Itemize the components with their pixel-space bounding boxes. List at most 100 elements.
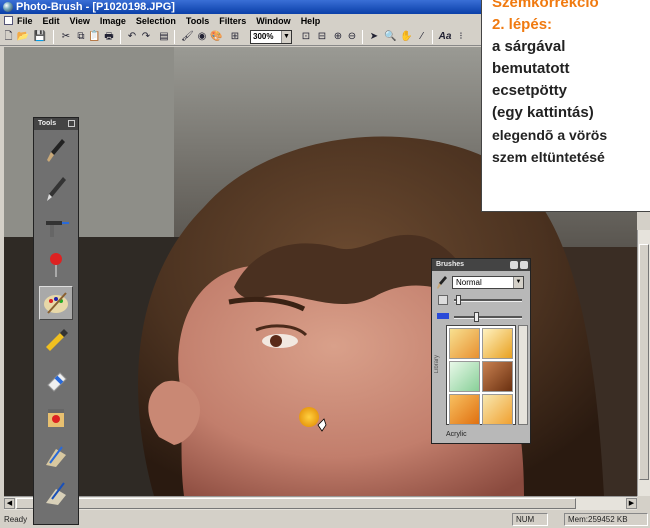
brush-preset-swatch[interactable] <box>482 328 513 359</box>
scroll-left-icon[interactable]: ◀ <box>4 498 15 509</box>
actual-size-icon[interactable]: ⊡ <box>300 30 312 43</box>
brushes-panel-title: Brushes <box>432 259 530 271</box>
tools-panel-title: Tools <box>34 118 78 130</box>
palette-tool-icon[interactable] <box>39 286 73 320</box>
copy-icon[interactable]: ⧉ <box>75 30 87 43</box>
scroll-right-icon[interactable]: ▶ <box>626 498 637 509</box>
horizontal-scrollbar[interactable]: ◀ ▶ <box>4 496 637 510</box>
toolbar-separator <box>432 30 433 44</box>
tools-panel: Tools <box>33 117 79 525</box>
app-icon <box>3 2 13 12</box>
paintbrush-icon[interactable]: 🖌 <box>181 30 194 43</box>
brush-preset-swatch[interactable] <box>482 361 513 392</box>
brush-preset-grid <box>446 325 516 425</box>
brush-preset-swatch[interactable] <box>449 361 480 392</box>
menu-tools[interactable]: Tools <box>186 14 209 28</box>
chevron-down-icon: ▼ <box>281 31 291 43</box>
brush-preset-swatch[interactable] <box>482 394 513 425</box>
chevron-down-icon: ▼ <box>513 277 523 288</box>
zoom-value: 300% <box>253 32 274 41</box>
save-icon[interactable]: 💾 <box>33 30 47 43</box>
eraser-tool-icon[interactable] <box>39 362 73 396</box>
print-icon[interactable]: 🖶 <box>103 30 115 43</box>
paint-jar-tool-icon[interactable] <box>39 400 73 434</box>
pen-tool-icon[interactable] <box>39 172 73 206</box>
hand-icon[interactable]: ✋ <box>400 30 412 43</box>
brush-preset-swatch[interactable] <box>449 394 480 425</box>
tutorial-callout: Szemkorrekció 2. lépés: a sárgával bemut… <box>481 0 650 212</box>
fit-window-icon[interactable]: ⊟ <box>316 30 328 43</box>
paste-icon[interactable]: 📋 <box>88 30 100 43</box>
toolbar-separator <box>362 30 363 44</box>
toolbar-separator <box>174 30 175 44</box>
status-text: Ready <box>4 515 28 524</box>
horizontal-scroll-thumb[interactable] <box>16 498 576 509</box>
blend-mode-value: Normal <box>456 278 482 287</box>
vertical-scroll-thumb[interactable] <box>639 244 649 480</box>
pointer-icon[interactable]: ➤ <box>368 30 380 43</box>
new-file-icon[interactable]: 🗋 <box>3 30 14 43</box>
callout-line: a sárgával <box>492 38 566 55</box>
brush-size-slider[interactable] <box>454 295 522 305</box>
callout-line: elegendõ a vörös <box>492 127 608 143</box>
undo-icon[interactable]: ↶ <box>126 30 138 43</box>
callout-step: 2. lépés: <box>492 16 553 33</box>
menu-help[interactable]: Help <box>301 14 321 28</box>
menu-filters[interactable]: Filters <box>219 14 246 28</box>
sprayer-tool-icon[interactable] <box>39 476 73 510</box>
opacity-icon <box>437 313 449 319</box>
brush-preset-name: Acrylic <box>446 431 467 438</box>
menu-image[interactable]: Image <box>100 14 126 28</box>
pushpin-tool-icon[interactable] <box>39 248 73 282</box>
close-icon[interactable] <box>520 261 528 269</box>
airbrush-tool-icon[interactable] <box>39 210 73 244</box>
callout-line: (egy kattintás) <box>492 104 594 121</box>
brush-list-scrollbar[interactable] <box>518 325 528 425</box>
callout-line: szem eltüntetésé <box>492 149 605 165</box>
brush-set-tool-icon[interactable] <box>39 438 73 472</box>
document-icon <box>4 16 13 25</box>
brush-size-knob[interactable] <box>456 295 461 305</box>
redo-icon[interactable]: ↷ <box>140 30 152 43</box>
palette-icon[interactable]: 🎨 <box>210 30 222 43</box>
zoom-in-icon[interactable]: ⊕ <box>332 30 344 43</box>
num-lock-indicator: NUM <box>512 513 548 526</box>
toolbar-separator <box>120 30 121 44</box>
toolbar-separator <box>53 30 54 44</box>
zoom-select[interactable]: 300% ▼ <box>250 30 292 44</box>
size-icon <box>438 295 448 305</box>
menu-view[interactable]: View <box>70 14 90 28</box>
magnifier-icon[interactable]: 🔍 <box>384 30 396 43</box>
cut-icon[interactable]: ✂ <box>60 30 72 43</box>
vertical-scrollbar[interactable] <box>637 230 650 496</box>
eyedropper-icon[interactable]: ⁄ <box>416 30 428 43</box>
open-file-icon[interactable]: 📂 <box>16 30 30 43</box>
blend-mode-select[interactable]: Normal ▼ <box>452 276 524 289</box>
window-title: Photo-Brush - [P1020198.JPG] <box>16 1 175 13</box>
brush-mode-icon <box>437 276 447 290</box>
brush-tool-icon[interactable] <box>39 134 73 168</box>
menu-file[interactable]: File <box>4 14 33 28</box>
library-label: Library <box>434 355 440 374</box>
menu-selection[interactable]: Selection <box>136 14 176 28</box>
color-picker-icon[interactable]: ◉ <box>196 30 208 43</box>
menu-window[interactable]: Window <box>256 14 290 28</box>
paint-tube-tool-icon[interactable] <box>39 324 73 358</box>
brush-preset-swatch[interactable] <box>449 328 480 359</box>
panel-menu-icon[interactable] <box>68 120 75 127</box>
callout-line: bemutatott <box>492 60 570 77</box>
photo-brush-window: Photo-Brush - [P1020198.JPG] File Edit Vie… <box>0 0 650 528</box>
text-tool-icon[interactable]: Aa <box>438 30 452 43</box>
brush-opacity-slider[interactable] <box>454 312 522 322</box>
panel-menu-icon[interactable] <box>510 261 518 269</box>
brushes-panel: Brushes Normal ▼ Library Acrylic <box>431 258 531 444</box>
status-bar: Ready NUM Mem:259452 KB <box>0 511 650 528</box>
callout-line: ecsetpötty <box>492 82 568 99</box>
callout-heading: Szemkorrekció <box>492 0 599 11</box>
zoom-label-icon: ⊞ <box>230 31 240 42</box>
layers-icon[interactable]: ▤ <box>158 30 170 43</box>
zoom-out-icon[interactable]: ⊖ <box>346 30 358 43</box>
more-tools-icon[interactable]: ⁝ <box>456 30 466 43</box>
brush-opacity-knob[interactable] <box>474 312 479 322</box>
menu-edit[interactable]: Edit <box>43 14 60 28</box>
